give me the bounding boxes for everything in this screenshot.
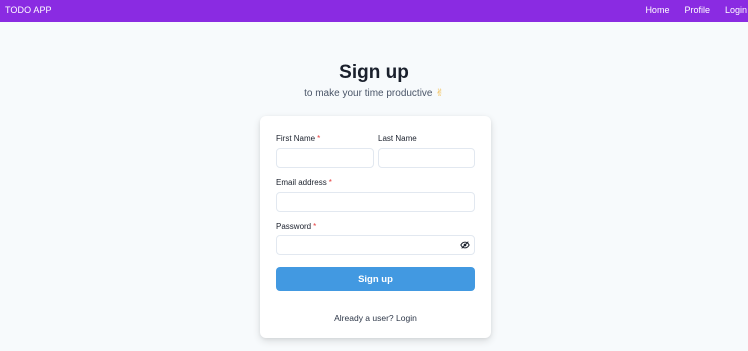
login-prompt: Already a user? Login xyxy=(260,313,491,323)
password-label-text: Password xyxy=(276,222,312,231)
first-name-label-text: First Name xyxy=(276,134,316,143)
nav-link-profile[interactable]: Profile xyxy=(684,5,710,15)
email-label: Email address * xyxy=(276,178,332,187)
page-subtitle: to make your time productive ✌ xyxy=(0,88,748,99)
first-name-label: First Name * xyxy=(276,134,320,143)
nav-link-home[interactable]: Home xyxy=(645,5,669,15)
last-name-input[interactable] xyxy=(378,148,475,168)
nav-link-login[interactable]: Login xyxy=(725,5,747,15)
login-link[interactable]: Login xyxy=(396,313,417,323)
email-input[interactable] xyxy=(276,192,475,212)
password-label: Password * xyxy=(276,222,316,231)
first-name-input[interactable] xyxy=(276,148,374,168)
top-navbar: TODO APP Home Profile Login xyxy=(0,0,748,22)
password-input[interactable] xyxy=(276,235,475,255)
last-name-label: Last Name xyxy=(378,134,417,143)
signup-button[interactable]: Sign up xyxy=(276,267,475,291)
required-marker: * xyxy=(317,134,321,143)
victory-hand-icon: ✌ xyxy=(435,88,444,99)
app-brand[interactable]: TODO APP xyxy=(5,5,52,15)
nav-links: Home Profile Login xyxy=(630,5,747,15)
required-marker: * xyxy=(328,178,332,187)
login-prompt-text: Already a user? xyxy=(334,313,394,323)
page-title: Sign up xyxy=(339,62,409,83)
signup-card: First Name * Last Name Email address * Pas… xyxy=(260,116,491,338)
required-marker: * xyxy=(313,222,317,231)
subtitle-text: to make your time productive xyxy=(304,88,433,99)
eye-slash-icon[interactable] xyxy=(460,240,470,250)
email-label-text: Email address xyxy=(276,178,327,187)
